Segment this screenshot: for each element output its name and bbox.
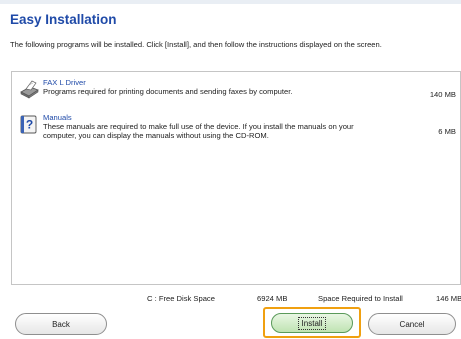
fax-driver-icon <box>18 79 40 101</box>
program-list: FAX L Driver Programs required for print… <box>11 71 461 285</box>
item-name: FAX L Driver <box>43 78 86 87</box>
page-title: Easy Installation <box>10 12 117 27</box>
item-size: 140 MB <box>429 90 456 99</box>
intro-text: The following programs will be installed… <box>10 40 382 49</box>
back-button[interactable]: Back <box>15 313 107 335</box>
top-border <box>0 0 461 4</box>
space-required-label: Space Required to Install <box>318 294 403 303</box>
item-size: 6 MB <box>438 127 456 136</box>
item-description: Programs required for printing documents… <box>43 87 293 96</box>
free-disk-value: 6924 MB <box>257 294 288 303</box>
free-disk-label: C : Free Disk Space <box>147 294 215 303</box>
cancel-button[interactable]: Cancel <box>368 313 456 335</box>
install-button[interactable]: Install <box>271 313 353 333</box>
svg-text:?: ? <box>26 118 33 132</box>
manual-help-icon: ? <box>18 114 40 136</box>
space-required-value: 146 MB <box>436 294 461 303</box>
install-button-label: Install <box>297 316 327 330</box>
item-name: Manuals <box>43 113 72 122</box>
item-description: These manuals are required to make full … <box>43 122 354 140</box>
